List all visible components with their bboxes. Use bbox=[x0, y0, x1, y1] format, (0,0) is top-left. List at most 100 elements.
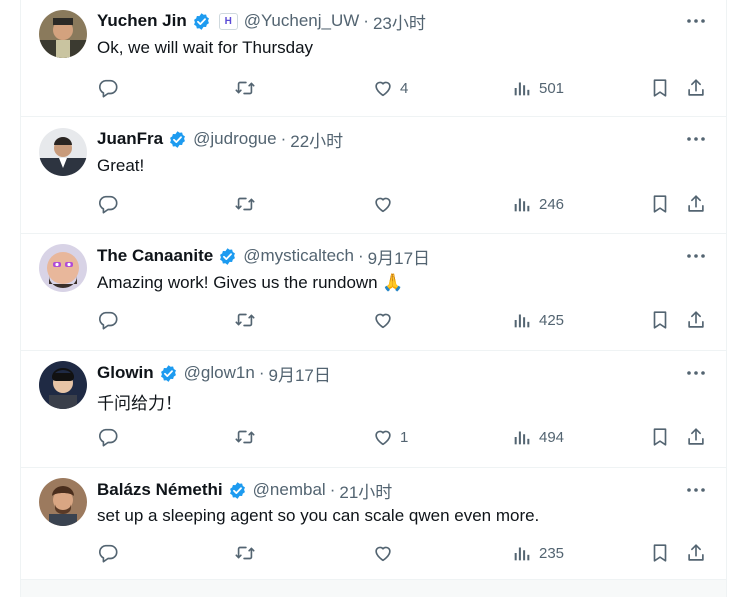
timestamp[interactable]: 9月17日 bbox=[268, 361, 330, 386]
views-button[interactable]: 246 bbox=[511, 192, 564, 216]
avatar[interactable] bbox=[39, 10, 87, 58]
timestamp[interactable]: 22小时 bbox=[290, 127, 343, 152]
like-icon bbox=[375, 313, 391, 329]
avatar[interactable] bbox=[39, 361, 87, 409]
views-icon bbox=[514, 547, 530, 561]
author-handle[interactable]: @mysticaltech bbox=[243, 246, 354, 266]
verified-icon bbox=[159, 364, 178, 383]
timestamp[interactable]: 21小时 bbox=[339, 478, 392, 503]
retweet-button[interactable] bbox=[234, 192, 256, 216]
view-count: 501 bbox=[539, 79, 565, 97]
share-button[interactable] bbox=[685, 308, 707, 332]
share-button[interactable] bbox=[685, 541, 707, 565]
tweet-yuchen[interactable]: Yuchen Jin H @Yuchenj_UW · 23小时 Ok, we w… bbox=[21, 0, 726, 117]
author-name[interactable]: Balázs Némethi bbox=[97, 480, 223, 500]
separator: · bbox=[329, 480, 336, 499]
more-icon[interactable] bbox=[684, 246, 708, 266]
tweet-glowin[interactable]: Glowin @glow1n · 9月17日 千问给力！ 1 494 bbox=[21, 351, 726, 468]
share-icon bbox=[688, 79, 704, 96]
more-icon[interactable] bbox=[684, 363, 708, 383]
verified-icon bbox=[228, 481, 247, 500]
next-tweet-preview bbox=[21, 580, 726, 597]
retweet-button[interactable] bbox=[234, 308, 256, 332]
views-icon bbox=[514, 198, 530, 212]
bookmark-button[interactable] bbox=[649, 425, 671, 449]
like-icon bbox=[375, 197, 391, 213]
like-icon bbox=[375, 546, 391, 562]
views-icon bbox=[514, 431, 530, 445]
share-icon bbox=[688, 311, 704, 328]
bookmark-button[interactable] bbox=[649, 541, 671, 565]
retweet-icon bbox=[235, 81, 255, 95]
author-name[interactable]: Glowin bbox=[97, 363, 154, 383]
tweet-header: Balázs Némethi @nembal · 21小时 bbox=[97, 478, 392, 503]
bookmark-button[interactable] bbox=[649, 308, 671, 332]
reply-button[interactable] bbox=[97, 425, 119, 449]
reply-button[interactable] bbox=[97, 76, 119, 100]
like-icon bbox=[375, 81, 391, 97]
retweet-icon bbox=[235, 546, 255, 560]
separator: · bbox=[258, 363, 265, 382]
more-icon[interactable] bbox=[684, 480, 708, 500]
reply-icon bbox=[99, 544, 118, 563]
author-name[interactable]: JuanFra bbox=[97, 129, 163, 149]
author-handle[interactable]: @nembal bbox=[253, 480, 326, 500]
retweet-button[interactable] bbox=[234, 425, 256, 449]
verified-icon bbox=[192, 12, 211, 31]
bookmark-button[interactable] bbox=[649, 76, 671, 100]
avatar[interactable] bbox=[39, 244, 87, 292]
tweet-header: The Canaanite @mysticaltech · 9月17日 bbox=[97, 244, 430, 269]
avatar[interactable] bbox=[39, 128, 87, 176]
like-button[interactable]: 4 bbox=[372, 76, 408, 100]
bookmark-button[interactable] bbox=[649, 192, 671, 216]
share-button[interactable] bbox=[685, 425, 707, 449]
timestamp[interactable]: 9月17日 bbox=[368, 244, 430, 269]
reply-button[interactable] bbox=[97, 308, 119, 332]
tweet-juanfra[interactable]: JuanFra @judrogue · 22小时 Great! 246 bbox=[21, 117, 726, 234]
tweet-actions: 235 bbox=[21, 541, 726, 565]
reply-icon bbox=[99, 79, 118, 98]
like-button[interactable] bbox=[372, 308, 400, 332]
verified-icon bbox=[218, 247, 237, 266]
more-icon[interactable] bbox=[684, 11, 708, 31]
affiliate-badge[interactable]: H bbox=[218, 12, 238, 30]
tweet-actions: 4 501 bbox=[21, 76, 726, 100]
author-handle[interactable]: @glow1n bbox=[184, 363, 255, 383]
views-icon bbox=[514, 82, 530, 96]
reply-icon bbox=[99, 195, 118, 214]
author-handle[interactable]: @Yuchenj_UW bbox=[244, 11, 360, 31]
author-name[interactable]: Yuchen Jin bbox=[97, 11, 187, 31]
tweet-text: Amazing work! Gives us the rundown 🙏 bbox=[97, 273, 404, 292]
like-button[interactable]: 1 bbox=[372, 425, 408, 449]
views-button[interactable]: 501 bbox=[511, 76, 564, 100]
tweet-canaanite[interactable]: The Canaanite @mysticaltech · 9月17日 Amaz… bbox=[21, 234, 726, 351]
share-icon bbox=[688, 544, 704, 561]
share-button[interactable] bbox=[685, 192, 707, 216]
reply-icon bbox=[99, 428, 118, 447]
retweet-button[interactable] bbox=[234, 76, 256, 100]
tweet-header: Glowin @glow1n · 9月17日 bbox=[97, 361, 331, 386]
share-button[interactable] bbox=[685, 76, 707, 100]
tweet-balazs[interactable]: Balázs Némethi @nembal · 21小时 set up a s… bbox=[21, 468, 726, 580]
like-button[interactable] bbox=[372, 192, 400, 216]
views-icon bbox=[514, 314, 530, 328]
views-button[interactable]: 494 bbox=[511, 425, 564, 449]
retweet-icon bbox=[235, 430, 255, 444]
avatar[interactable] bbox=[39, 478, 87, 526]
timeline: Yuchen Jin H @Yuchenj_UW · 23小时 Ok, we w… bbox=[20, 0, 727, 597]
author-handle[interactable]: @judrogue bbox=[193, 129, 276, 149]
author-name[interactable]: The Canaanite bbox=[97, 246, 213, 266]
more-icon[interactable] bbox=[684, 129, 708, 149]
timestamp[interactable]: 23小时 bbox=[373, 9, 426, 34]
reply-button[interactable] bbox=[97, 192, 119, 216]
like-count: 4 bbox=[400, 79, 409, 97]
share-icon bbox=[688, 195, 704, 212]
like-button[interactable] bbox=[372, 541, 400, 565]
retweet-button[interactable] bbox=[234, 541, 256, 565]
tweet-actions: 425 bbox=[21, 308, 726, 332]
views-button[interactable]: 235 bbox=[511, 541, 564, 565]
retweet-icon bbox=[235, 197, 255, 211]
views-button[interactable]: 425 bbox=[511, 308, 564, 332]
reply-button[interactable] bbox=[97, 541, 119, 565]
tweet-actions: 1 494 bbox=[21, 425, 726, 449]
